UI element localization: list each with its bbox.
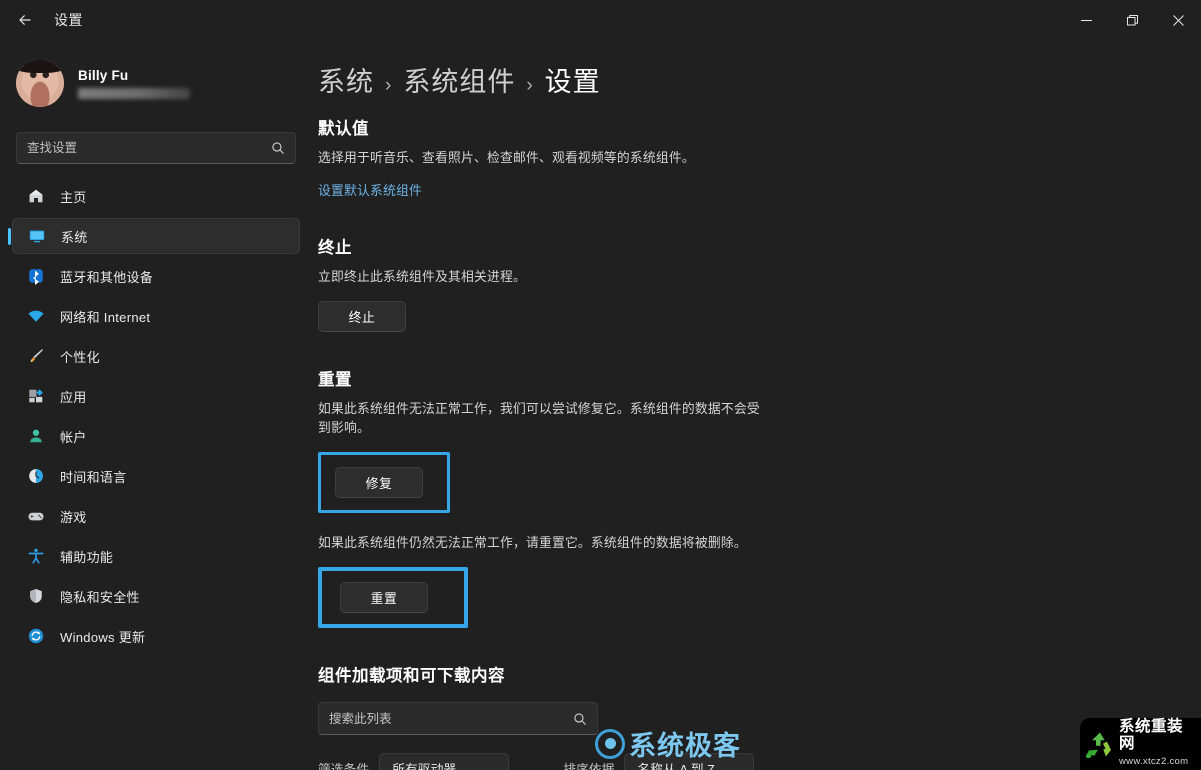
section-terminate: 终止 立即终止此系统组件及其相关进程。 终止	[318, 234, 1161, 332]
reset-button-highlight: 重置	[318, 567, 468, 629]
account-email-redacted	[78, 87, 190, 99]
repair-description: 如果此系统组件无法正常工作，我们可以尝试修复它。系统组件的数据不会受到影响。	[318, 400, 760, 436]
corner-watermark: 系统重装网 www.xtcz2.com	[1080, 718, 1201, 770]
shield-icon	[26, 586, 46, 606]
sort-dropdown[interactable]: 名称从 A 到 Z	[624, 753, 755, 770]
addons-search-box[interactable]	[318, 702, 598, 736]
addons-search-input[interactable]	[329, 711, 573, 726]
sidebar-item-system[interactable]: 系统	[8, 218, 300, 254]
sidebar-item-network[interactable]: 网络和 Internet	[12, 298, 300, 334]
section-reset: 重置 如果此系统组件无法正常工作，我们可以尝试修复它。系统组件的数据不会受到影响…	[318, 366, 1161, 629]
sidebar-nav: 主页 系统 蓝牙和其他设备 网络和 Internet 个性化 应用 帐户 时间和…	[0, 178, 312, 654]
section-defaults: 默认值 选择用于听音乐、查看照片、检查邮件、观看视频等的系统组件。 设置默认系统…	[318, 115, 1161, 200]
corner-watermark-name: 系统重装网	[1119, 717, 1184, 752]
chevron-right-icon: ›	[385, 75, 393, 96]
search-icon	[573, 712, 587, 726]
breadcrumb-item-settings: 设置	[544, 67, 601, 97]
home-icon	[26, 186, 46, 206]
breadcrumb: 系统 › 系统组件 › 设置	[318, 60, 1161, 99]
sidebar-item-label: 蓝牙和其他设备	[60, 269, 154, 285]
terminate-button[interactable]: 终止	[318, 300, 406, 332]
account-name: Billy Fu	[78, 67, 129, 83]
reset-button[interactable]: 重置	[340, 582, 428, 614]
sidebar-item-privacy-security[interactable]: 隐私和安全性	[12, 578, 300, 614]
restore-icon	[1126, 14, 1138, 25]
sidebar-item-time-language[interactable]: 时间和语言	[12, 458, 300, 494]
sort-label: 排序依据	[563, 761, 615, 770]
maximize-button[interactable]	[1109, 0, 1155, 40]
apps-icon	[26, 386, 46, 406]
account-icon	[26, 426, 46, 446]
sidebar-item-label: 游戏	[60, 509, 87, 525]
window-title: 设置	[54, 12, 83, 28]
paintbrush-icon	[26, 346, 46, 366]
repair-button[interactable]: 修复	[335, 467, 423, 499]
accessibility-icon	[26, 546, 46, 566]
gamepad-icon	[26, 506, 46, 526]
sidebar-item-label: 网络和 Internet	[60, 309, 151, 325]
window-controls	[1063, 0, 1201, 40]
sidebar-item-bluetooth[interactable]: 蓝牙和其他设备	[12, 258, 300, 294]
sidebar-item-accessibility[interactable]: 辅助功能	[12, 538, 300, 574]
section-description: 选择用于听音乐、查看照片、检查邮件、观看视频等的系统组件。	[318, 150, 695, 165]
section-addons: 组件加载项和可下载内容 筛选条件 所有驱动器 排序依据	[318, 662, 1161, 770]
section-description: 立即终止此系统组件及其相关进程。	[318, 268, 526, 284]
section-title: 默认值	[318, 120, 369, 138]
back-arrow-icon	[19, 15, 31, 25]
sidebar-item-windows-update[interactable]: Windows 更新	[12, 618, 300, 654]
close-icon	[1172, 14, 1184, 26]
filter-dropdown[interactable]: 所有驱动器	[379, 753, 510, 770]
breadcrumb-item-components[interactable]: 系统组件	[403, 60, 515, 99]
sidebar-item-apps[interactable]: 应用	[12, 378, 300, 414]
recycle-logo-icon	[1086, 730, 1114, 758]
search-input[interactable]	[27, 141, 271, 155]
settings-window: 设置 Billy Fu 查找设置 主页 系统 蓝牙和其他设备 网络和 Inter…	[0, 0, 1201, 770]
main-content: 系统 › 系统组件 › 设置 默认值 选择用于听音乐、查看照片、检查邮件、观看视…	[312, 40, 1201, 770]
sidebar-item-label: 系统	[61, 229, 88, 245]
section-title: 重置	[318, 370, 352, 389]
close-button[interactable]	[1155, 0, 1201, 40]
minimize-icon	[1080, 19, 1092, 21]
back-button[interactable]	[8, 5, 42, 35]
minimize-button[interactable]	[1063, 0, 1109, 40]
sidebar-item-label: 辅助功能	[60, 549, 114, 565]
breadcrumb-item-system[interactable]: 系统	[318, 60, 374, 99]
system-display-icon	[27, 226, 47, 246]
sidebar-item-gaming[interactable]: 游戏	[12, 498, 300, 534]
avatar	[16, 59, 64, 107]
title-bar: 设置	[0, 0, 1201, 40]
wifi-icon	[26, 306, 46, 326]
update-icon	[26, 626, 46, 646]
sidebar-item-label: 帐户	[60, 429, 87, 445]
addons-filter-row: 筛选条件 所有驱动器 排序依据 名称从 A 到 Z	[318, 753, 1161, 770]
repair-button-highlight: 修复	[318, 452, 450, 514]
sidebar-item-home[interactable]: 主页	[12, 178, 300, 214]
sidebar: Billy Fu 主页	[0, 40, 312, 770]
corner-watermark-url: www.xtcz2.com	[1119, 756, 1189, 768]
section-title: 组件加载项和可下载内容	[318, 667, 505, 686]
section-title: 终止	[318, 238, 352, 257]
sidebar-item-label: 个性化	[60, 349, 100, 365]
bluetooth-icon	[26, 266, 46, 286]
reset-description: 如果此系统组件仍然无法正常工作，请重置它。系统组件的数据将被删除。	[318, 535, 747, 551]
sidebar-item-accounts[interactable]: 帐户	[12, 418, 300, 454]
sidebar-item-label: 应用	[60, 389, 87, 405]
sidebar-item-label: 隐私和安全性	[60, 589, 140, 605]
sidebar-item-personalization[interactable]: 个性化	[12, 338, 300, 374]
settings-search-box[interactable]	[16, 132, 296, 164]
search-icon	[271, 141, 285, 155]
chevron-right-icon: ›	[526, 75, 534, 96]
sidebar-item-label: 时间和语言	[60, 469, 127, 485]
sidebar-item-label: 主页	[60, 189, 87, 205]
account-card[interactable]: Billy Fu	[16, 54, 312, 112]
set-default-components-link[interactable]: 设置默认系统组件	[318, 180, 422, 199]
sidebar-item-label: Windows 更新	[60, 629, 146, 645]
clock-icon	[26, 466, 46, 486]
filter-label: 筛选条件	[318, 761, 370, 770]
